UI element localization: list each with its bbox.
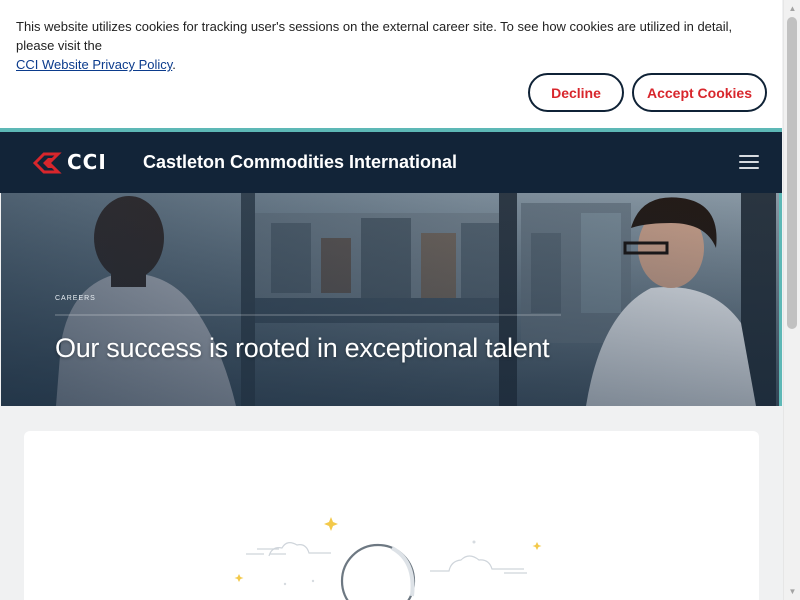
hero-title: Our success is rooted in exceptional tal… xyxy=(55,333,550,363)
scroll-up-arrow-icon[interactable]: ▲ xyxy=(784,0,800,17)
sparkle-icon xyxy=(532,542,542,550)
decline-button[interactable]: Decline xyxy=(528,73,624,112)
empty-state-illustration xyxy=(234,517,542,600)
cookie-message-suffix: . xyxy=(172,57,176,72)
scrollbar-thumb[interactable] xyxy=(787,17,797,329)
cookie-message: This website utilizes cookies for tracki… xyxy=(16,17,766,74)
hero-banner: CAREERS Our success is rooted in excepti… xyxy=(1,193,782,406)
cci-logo[interactable]: CCI xyxy=(32,150,108,175)
content-card xyxy=(24,431,759,600)
cookie-message-text: This website utilizes cookies for tracki… xyxy=(16,19,733,53)
sparkle-icon xyxy=(234,574,244,582)
privacy-policy-link[interactable]: CCI Website Privacy Policy xyxy=(16,57,172,72)
page-scrollbar[interactable]: ▲ ▼ xyxy=(783,0,800,600)
hero-eyebrow: CAREERS xyxy=(55,295,96,302)
site-title: Castleton Commodities International xyxy=(143,152,458,172)
hero-photo xyxy=(1,193,779,406)
accept-cookies-button[interactable]: Accept Cookies xyxy=(632,73,767,112)
site-header: CCI Castleton Commodities International xyxy=(0,132,782,193)
sparkle-icon xyxy=(324,517,338,531)
scroll-down-arrow-icon[interactable]: ▼ xyxy=(784,583,800,600)
chevron-diamond-logo-icon xyxy=(32,152,62,174)
logo-text: CCI xyxy=(67,150,107,174)
cookie-banner: This website utilizes cookies for tracki… xyxy=(0,0,782,130)
hamburger-menu-icon[interactable] xyxy=(739,155,759,170)
